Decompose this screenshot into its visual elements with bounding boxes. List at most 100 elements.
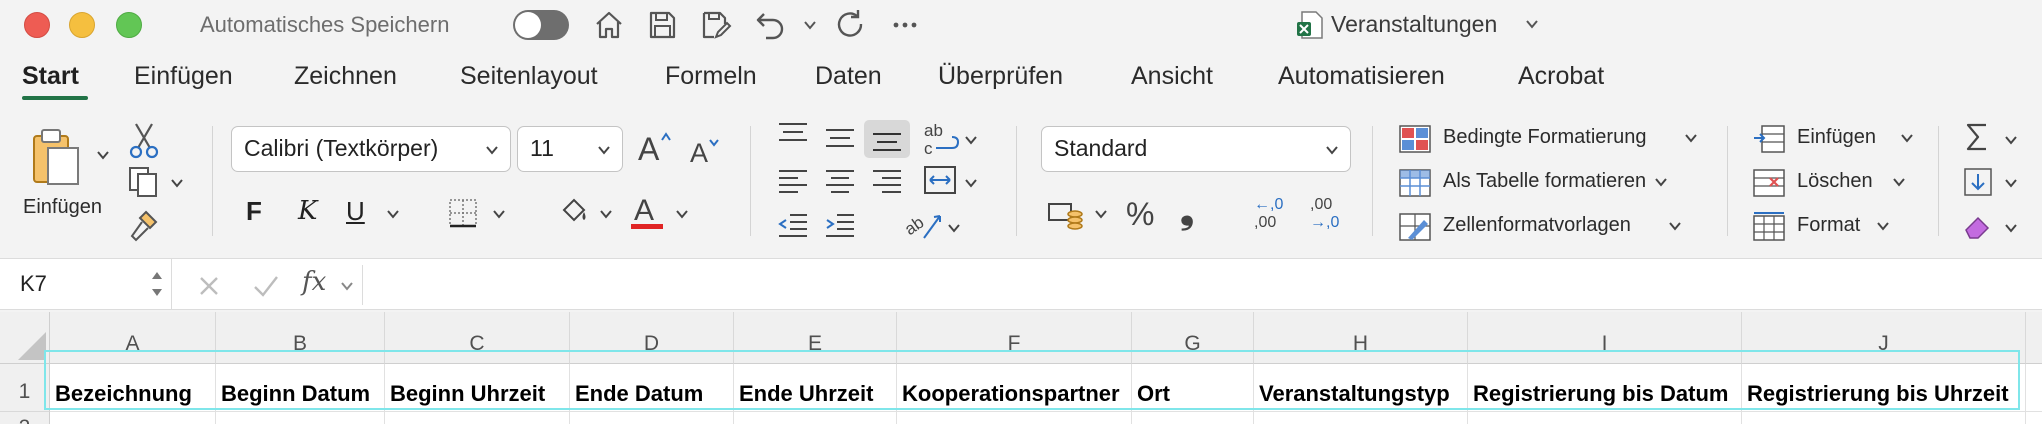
clear-chevron-icon[interactable]	[2004, 221, 2018, 235]
name-box-stepper-icon[interactable]	[150, 267, 164, 301]
wrap-text-dropdown-chevron-icon[interactable]	[964, 133, 978, 147]
column-header-a[interactable]: A	[50, 312, 216, 364]
fill-chevron-icon[interactable]	[2004, 176, 2018, 190]
redo-icon[interactable]	[834, 8, 868, 42]
row-header-2[interactable]: 2	[0, 412, 50, 424]
increase-decimal-button[interactable]: ←,0 ,00	[1254, 196, 1298, 236]
column-header-e[interactable]: E	[734, 312, 897, 364]
underline-dropdown-chevron-icon[interactable]	[386, 207, 400, 221]
conditional-formatting-chevron-icon[interactable]	[1684, 131, 1698, 145]
align-right-icon[interactable]	[870, 166, 904, 196]
save-icon[interactable]	[645, 8, 679, 42]
increase-indent-icon[interactable]	[823, 210, 857, 240]
conditional-formatting-icon[interactable]	[1398, 124, 1432, 154]
copy-dropdown-chevron-icon[interactable]	[170, 176, 184, 190]
close-window-button[interactable]	[24, 12, 50, 38]
column-header-c[interactable]: C	[385, 312, 570, 364]
merge-dropdown-chevron-icon[interactable]	[964, 176, 978, 190]
tab-formulas[interactable]: Formeln	[665, 62, 757, 91]
tab-automate[interactable]: Automatisieren	[1278, 62, 1445, 91]
format-as-table-chevron-icon[interactable]	[1654, 175, 1668, 189]
font-name-select[interactable]: Calibri (Textkörper)	[231, 126, 511, 172]
cell-g1[interactable]: Ort	[1132, 364, 1254, 412]
formula-input[interactable]	[362, 265, 2042, 305]
cell-j1[interactable]: Registrierung bis Uhrzeit	[1742, 364, 2026, 412]
cell-a2[interactable]	[50, 412, 216, 424]
cell-b2[interactable]	[216, 412, 385, 424]
save-as-icon[interactable]	[698, 8, 732, 42]
underline-button[interactable]: U	[346, 196, 365, 227]
text-orientation-icon[interactable]: ab	[900, 204, 946, 244]
delete-cells-label[interactable]: Löschen	[1797, 170, 1873, 193]
format-cells-icon[interactable]	[1752, 212, 1786, 242]
tab-draw[interactable]: Zeichnen	[294, 62, 397, 91]
copy-icon[interactable]	[126, 164, 162, 200]
autosum-icon[interactable]	[1962, 120, 1994, 154]
increase-font-size-icon[interactable]: A	[636, 128, 674, 166]
comma-style-button[interactable]: ❟	[1180, 190, 1194, 233]
undo-icon[interactable]	[754, 8, 788, 42]
cell-e1[interactable]: Ende Uhrzeit	[734, 364, 897, 412]
tab-data[interactable]: Daten	[815, 62, 882, 91]
column-header-k-partial[interactable]	[2026, 312, 2042, 364]
cell-h1[interactable]: Veranstaltungstyp	[1254, 364, 1468, 412]
format-as-table-label[interactable]: Als Tabelle formatieren	[1443, 170, 1646, 193]
borders-icon[interactable]	[446, 196, 480, 230]
tab-review[interactable]: Überprüfen	[938, 62, 1063, 91]
fill-color-dropdown-chevron-icon[interactable]	[599, 207, 613, 221]
borders-dropdown-chevron-icon[interactable]	[492, 207, 506, 221]
name-box[interactable]: K7	[0, 259, 172, 309]
bold-button[interactable]: F	[246, 196, 262, 227]
conditional-formatting-label[interactable]: Bedingte Formatierung	[1443, 126, 1646, 149]
cell-a1[interactable]: Bezeichnung	[50, 364, 216, 412]
cell-styles-label[interactable]: Zellenformatvorlagen	[1443, 214, 1631, 237]
document-title[interactable]: Veranstaltungen	[1331, 11, 1497, 38]
number-format-select[interactable]: Standard	[1041, 126, 1351, 172]
cell-i2[interactable]	[1468, 412, 1742, 424]
cell-f1[interactable]: Kooperationspartner	[897, 364, 1132, 412]
column-header-h[interactable]: H	[1254, 312, 1468, 364]
cell-f2[interactable]	[897, 412, 1132, 424]
font-color-icon[interactable]: A	[628, 192, 666, 232]
align-bottom-active-bg[interactable]	[864, 120, 910, 158]
paste-dropdown-chevron-icon[interactable]	[96, 148, 110, 162]
home-icon[interactable]	[592, 8, 626, 42]
format-cells-label[interactable]: Format	[1797, 214, 1860, 237]
tab-insert[interactable]: Einfügen	[134, 62, 233, 91]
cell-e2[interactable]	[734, 412, 897, 424]
cell-i1[interactable]: Registrierung bis Datum	[1468, 364, 1742, 412]
wrap-text-icon[interactable]: ab c	[922, 120, 962, 158]
insert-cells-icon[interactable]	[1752, 124, 1786, 154]
more-options-icon[interactable]	[888, 8, 922, 42]
delete-cells-chevron-icon[interactable]	[1892, 175, 1906, 189]
percent-style-button[interactable]: %	[1126, 196, 1154, 233]
cell-j2[interactable]	[1742, 412, 2026, 424]
insert-function-icon[interactable]: fx	[302, 267, 326, 297]
column-header-j[interactable]: J	[1742, 312, 2026, 364]
clear-eraser-icon[interactable]	[1962, 210, 1994, 242]
format-cells-chevron-icon[interactable]	[1876, 219, 1890, 233]
cell-styles-chevron-icon[interactable]	[1668, 219, 1682, 233]
row-header-1[interactable]: 1	[0, 364, 50, 412]
autosave-toggle[interactable]	[513, 10, 569, 40]
tab-page-layout[interactable]: Seitenlayout	[460, 62, 598, 91]
cut-scissors-icon[interactable]	[126, 120, 162, 160]
font-color-dropdown-chevron-icon[interactable]	[675, 207, 689, 221]
decrease-decimal-button[interactable]: ,00 →,0	[1310, 196, 1354, 236]
cell-h2[interactable]	[1254, 412, 1468, 424]
cell-d2[interactable]	[570, 412, 734, 424]
column-header-b[interactable]: B	[216, 312, 385, 364]
cell-c2[interactable]	[385, 412, 570, 424]
align-left-icon[interactable]	[776, 166, 810, 196]
paste-label[interactable]: Einfügen	[23, 196, 102, 219]
text-orientation-dropdown-chevron-icon[interactable]	[947, 221, 961, 235]
align-center-icon[interactable]	[823, 166, 857, 196]
fill-color-icon[interactable]	[556, 194, 592, 232]
align-middle-icon[interactable]	[823, 124, 857, 152]
column-header-i[interactable]: I	[1468, 312, 1742, 364]
cell-styles-icon[interactable]	[1398, 212, 1432, 242]
insert-cells-label[interactable]: Einfügen	[1797, 126, 1876, 149]
paste-icon[interactable]	[26, 124, 96, 194]
merge-center-icon[interactable]	[922, 164, 958, 196]
align-top-icon[interactable]	[776, 120, 810, 148]
